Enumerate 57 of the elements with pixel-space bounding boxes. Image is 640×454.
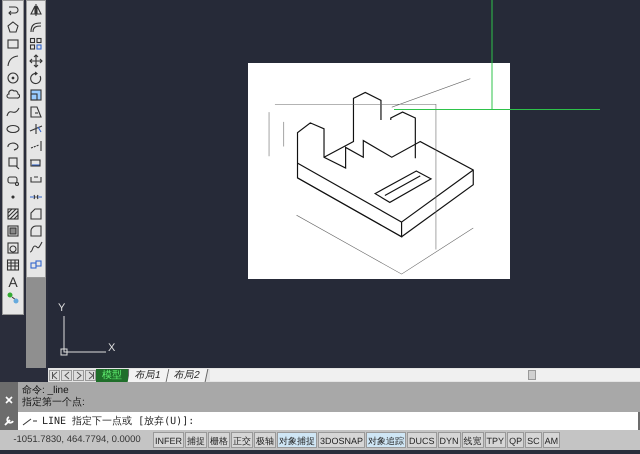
spline-icon[interactable] bbox=[6, 105, 20, 119]
status-toggle-button[interactable]: 3DOSNAP bbox=[318, 432, 366, 448]
trim-icon[interactable] bbox=[29, 122, 43, 136]
region-icon[interactable] bbox=[6, 241, 20, 255]
stretch-icon[interactable] bbox=[29, 105, 43, 119]
command-prompt: LINE 指定下一点或 [放弃(U)]: bbox=[42, 414, 194, 428]
status-toggle-button[interactable]: INFER bbox=[153, 432, 184, 448]
text-tool-button[interactable]: A bbox=[8, 275, 18, 289]
blend-curves-icon[interactable] bbox=[29, 241, 43, 255]
status-toggle-button[interactable]: DYN bbox=[438, 432, 461, 448]
chamfer-icon[interactable] bbox=[29, 207, 43, 221]
mirror-icon[interactable] bbox=[29, 3, 43, 17]
array-icon[interactable] bbox=[29, 37, 43, 51]
rotate-icon[interactable] bbox=[29, 71, 43, 85]
fillet-icon[interactable] bbox=[29, 224, 43, 238]
scale-icon[interactable] bbox=[29, 88, 43, 102]
coordinates-readout: -1051.7830, 464.7794, 0.0000 bbox=[12, 433, 142, 447]
command-input-field[interactable]: LINE 指定下一点或 [放弃(U)]: bbox=[18, 412, 638, 430]
offset-icon[interactable] bbox=[29, 20, 43, 34]
status-toggle-button[interactable]: DUCS bbox=[407, 432, 437, 448]
table-icon[interactable] bbox=[6, 258, 20, 272]
layout-tab[interactable]: 布局1 bbox=[128, 369, 169, 382]
hatch-icon[interactable] bbox=[6, 207, 20, 221]
last-tab-arrow-icon[interactable] bbox=[86, 370, 94, 380]
circle-icon[interactable] bbox=[6, 71, 20, 85]
gradient-icon[interactable] bbox=[6, 224, 20, 238]
move-icon[interactable] bbox=[29, 54, 43, 68]
horizontal-scrollbar[interactable] bbox=[210, 369, 640, 381]
wrench-icon[interactable] bbox=[3, 415, 15, 427]
command-window-handle[interactable] bbox=[0, 382, 18, 412]
status-toggle-button[interactable]: SC bbox=[525, 432, 542, 448]
status-toggle-button[interactable]: TPY bbox=[484, 432, 506, 448]
status-toggle-button[interactable]: 对象捕捉 bbox=[277, 432, 317, 448]
status-toggle-button[interactable]: AM bbox=[542, 432, 560, 448]
ucs-axis-icon bbox=[60, 316, 106, 356]
arc-icon[interactable] bbox=[6, 54, 20, 68]
scrollbar-thumb[interactable] bbox=[528, 370, 536, 380]
command-history-line: 命令: _line bbox=[22, 385, 70, 396]
ellipse-icon[interactable] bbox=[6, 122, 20, 136]
extend-icon[interactable] bbox=[29, 139, 43, 153]
x-axis-label: X bbox=[108, 342, 116, 354]
status-toggle-button[interactable]: 线宽 bbox=[462, 432, 484, 448]
layout-tab[interactable]: 模型 bbox=[96, 369, 129, 382]
first-tab-arrow-icon[interactable] bbox=[50, 370, 58, 380]
line-icon bbox=[22, 416, 38, 426]
status-toggle-button[interactable]: 对象追踪 bbox=[366, 432, 406, 448]
pentagon-icon[interactable] bbox=[6, 20, 20, 34]
y-axis-label: Y bbox=[58, 302, 66, 314]
close-icon[interactable] bbox=[5, 396, 13, 404]
status-toggle-button[interactable]: 极轴 bbox=[254, 432, 276, 448]
layout-tab[interactable]: 布局2 bbox=[166, 369, 208, 382]
status-toggle-button[interactable]: 捕捉 bbox=[185, 432, 207, 448]
command-history-line: 指定第一个点: bbox=[22, 397, 86, 409]
status-toggle-button[interactable]: QP bbox=[507, 432, 524, 448]
status-toggle-button[interactable]: 栅格 bbox=[208, 432, 230, 448]
status-toggle-button[interactable]: 正交 bbox=[231, 432, 253, 448]
rectangle-icon[interactable] bbox=[6, 37, 20, 51]
